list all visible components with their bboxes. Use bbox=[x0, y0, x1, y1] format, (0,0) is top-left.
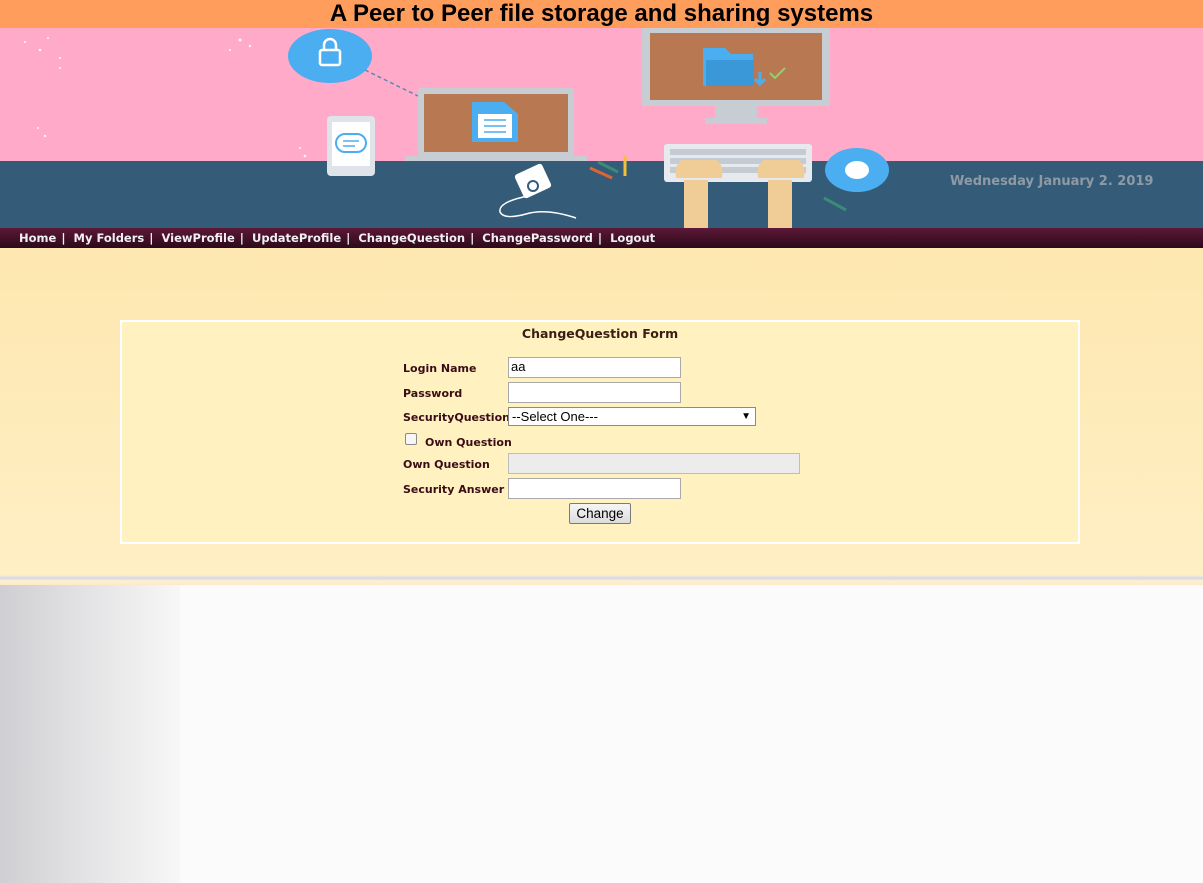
header-banner: Wednesday January 2. 2019 bbox=[0, 28, 1203, 228]
security-answer-label: Security Answer bbox=[403, 483, 505, 496]
security-question-label: SecurityQuestion bbox=[403, 411, 510, 424]
page-background-shade bbox=[0, 585, 180, 883]
form-title: ChangeQuestion Form bbox=[521, 326, 679, 341]
nav-separator: | bbox=[149, 231, 154, 245]
nav-view-profile[interactable]: ViewProfile bbox=[161, 231, 234, 245]
nav-my-folders[interactable]: My Folders bbox=[74, 231, 145, 245]
nav-bar: Home | My Folders | ViewProfile | UpdateProfil… bbox=[0, 228, 1203, 248]
change-button[interactable]: Change bbox=[569, 503, 631, 524]
nav-change-password[interactable]: ChangePassword bbox=[482, 231, 593, 245]
mouse-icon bbox=[825, 148, 889, 192]
page-title: A Peer to Peer file storage and sharing … bbox=[0, 0, 1203, 28]
password-input[interactable] bbox=[508, 382, 681, 403]
nav-change-question[interactable]: ChangeQuestion bbox=[358, 231, 465, 245]
current-date: Wednesday January 2. 2019 bbox=[950, 174, 1154, 189]
nav-update-profile[interactable]: UpdateProfile bbox=[252, 231, 341, 245]
change-question-form: ChangeQuestion Form Login Name aa Passwo… bbox=[120, 320, 1080, 544]
own-question-label: Own Question bbox=[403, 458, 490, 471]
own-question-checkbox[interactable] bbox=[405, 433, 417, 445]
nav-home[interactable]: Home bbox=[19, 231, 56, 245]
security-question-select[interactable]: --Select One--- ▼ bbox=[508, 407, 756, 426]
nav-logout[interactable]: Logout bbox=[610, 231, 655, 245]
nav-separator: | bbox=[61, 231, 66, 245]
security-answer-input[interactable] bbox=[508, 478, 681, 499]
login-name-label: Login Name bbox=[403, 362, 477, 375]
security-question-selected: --Select One--- bbox=[512, 409, 598, 424]
dropdown-arrow-icon: ▼ bbox=[741, 411, 751, 422]
own-question-checkbox-label: Own Question bbox=[425, 436, 512, 449]
nav-separator: | bbox=[239, 231, 244, 245]
password-label: Password bbox=[403, 387, 463, 400]
nav-separator: | bbox=[597, 231, 603, 245]
content-bottom-border bbox=[0, 575, 1203, 585]
login-name-input[interactable]: aa bbox=[508, 357, 681, 378]
nav-separator: | bbox=[470, 231, 475, 245]
chat-icon bbox=[327, 116, 375, 176]
nav-separator: | bbox=[346, 231, 351, 245]
own-question-input[interactable] bbox=[508, 453, 800, 474]
